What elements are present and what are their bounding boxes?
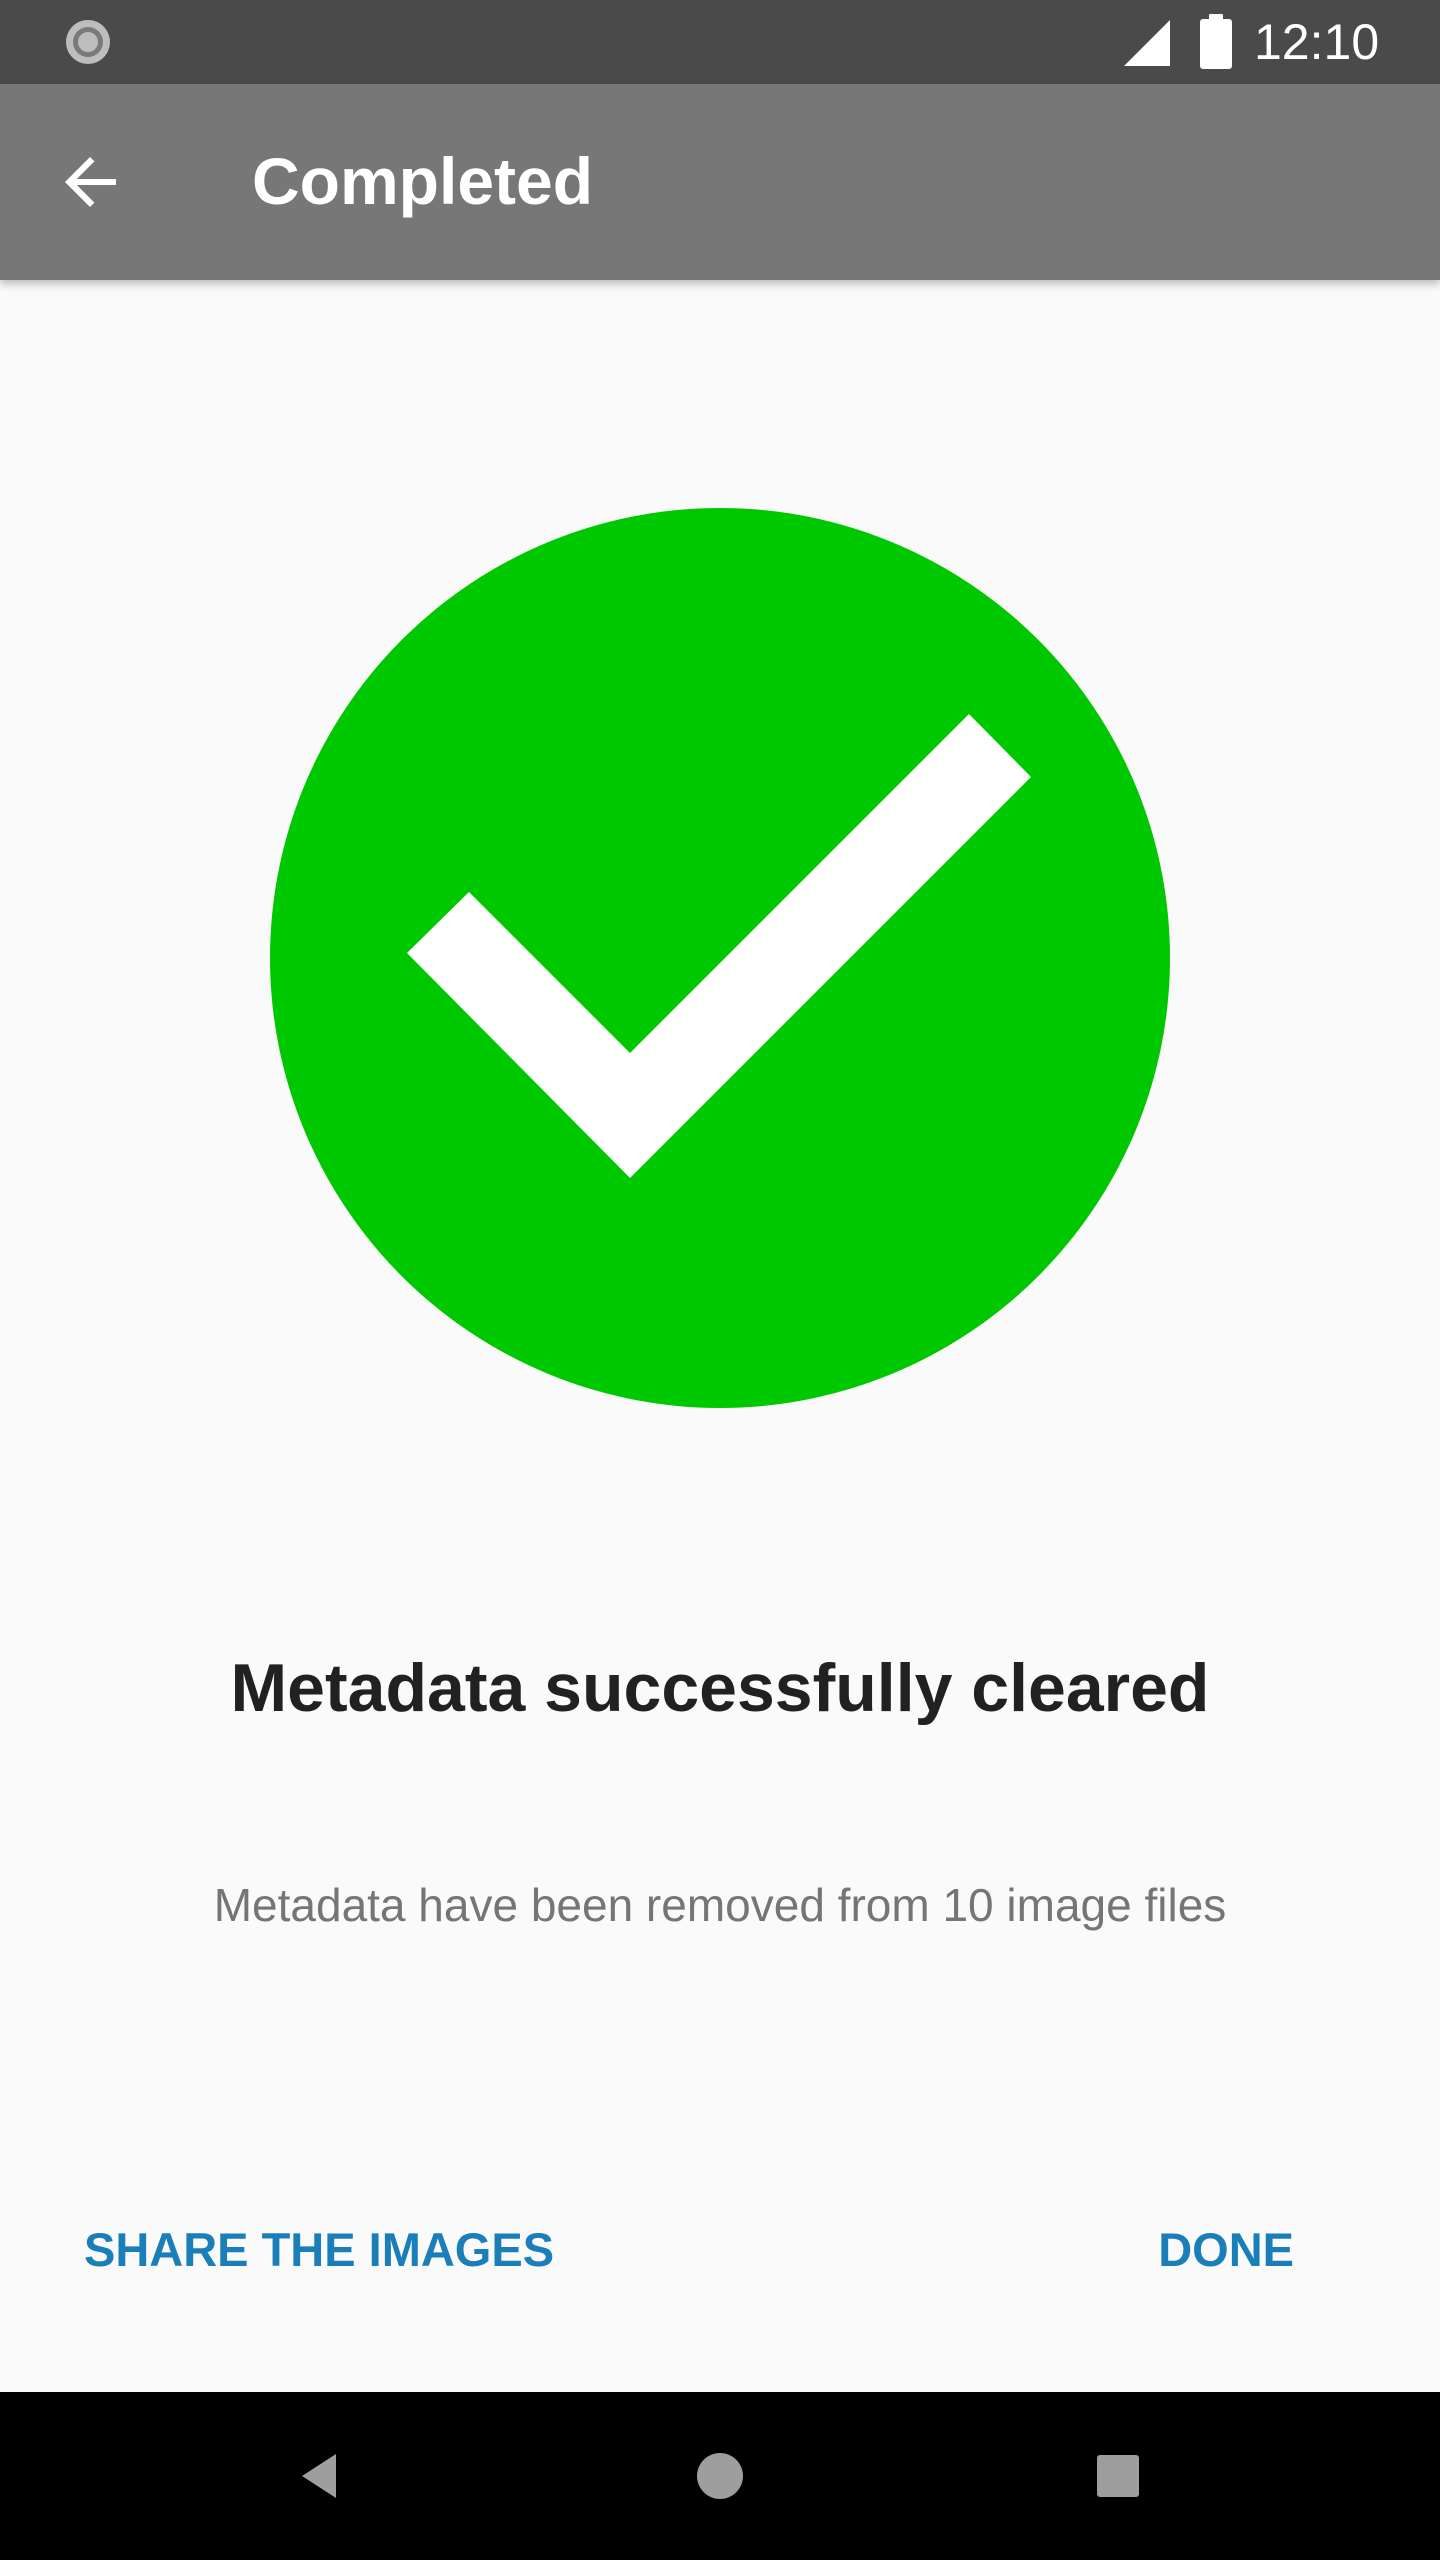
nav-recents-button[interactable] bbox=[1068, 2426, 1168, 2526]
nav-home-icon bbox=[697, 2453, 743, 2499]
back-button[interactable] bbox=[40, 130, 144, 234]
screen: 12:10 Completed Metadata successfully cl… bbox=[0, 0, 1440, 2560]
battery-icon bbox=[1200, 14, 1232, 69]
sync-icon bbox=[66, 20, 110, 64]
navigation-bar bbox=[0, 2392, 1440, 2560]
nav-back-button[interactable] bbox=[270, 2426, 370, 2526]
nav-back-icon bbox=[302, 2454, 336, 2498]
app-bar: Completed bbox=[0, 84, 1440, 280]
success-circle bbox=[270, 508, 1170, 1408]
status-bar: 12:10 bbox=[0, 0, 1440, 84]
nav-recents-icon bbox=[1097, 2455, 1139, 2497]
check-circle-icon bbox=[270, 508, 1170, 1408]
cell-signal-icon bbox=[1124, 20, 1170, 66]
status-clock: 12:10 bbox=[1254, 14, 1380, 70]
nav-home-button[interactable] bbox=[670, 2426, 770, 2526]
share-images-button[interactable]: SHARE THE IMAGES bbox=[84, 2200, 554, 2300]
success-message: Metadata have been removed from 10 image… bbox=[213, 1879, 1227, 1931]
page-title: Completed bbox=[252, 144, 594, 218]
success-headline: Metadata successfully cleared bbox=[230, 1650, 1210, 1726]
arrow-back-icon bbox=[65, 157, 116, 207]
done-button[interactable]: DONE bbox=[1158, 2200, 1294, 2300]
